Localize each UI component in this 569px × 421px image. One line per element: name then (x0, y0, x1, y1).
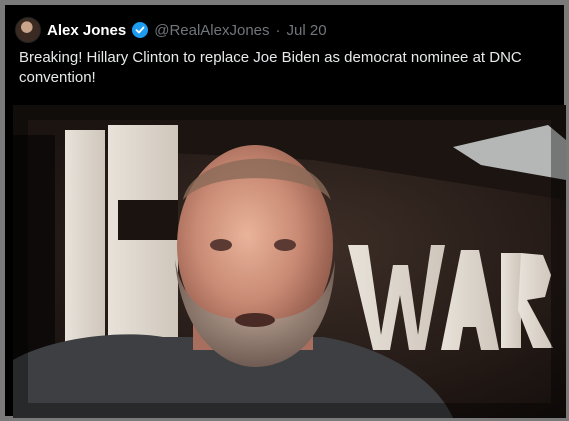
author-handle[interactable]: @RealAlexJones (154, 22, 269, 39)
video-frame (13, 105, 566, 418)
tweet-text: Breaking! Hillary Clinton to replace Joe… (19, 49, 522, 86)
tweet-media-video[interactable] (13, 105, 566, 418)
tweet-date[interactable]: Jul 20 (287, 22, 327, 39)
author-name[interactable]: Alex Jones (47, 22, 126, 39)
avatar[interactable] (15, 17, 41, 43)
tweet-card: Alex Jones @RealAlexJones · Jul 20 Break… (0, 0, 569, 421)
tweet-header: Alex Jones @RealAlexJones · Jul 20 (15, 17, 554, 43)
verified-badge-icon (132, 22, 149, 38)
separator-dot: · (275, 21, 281, 39)
